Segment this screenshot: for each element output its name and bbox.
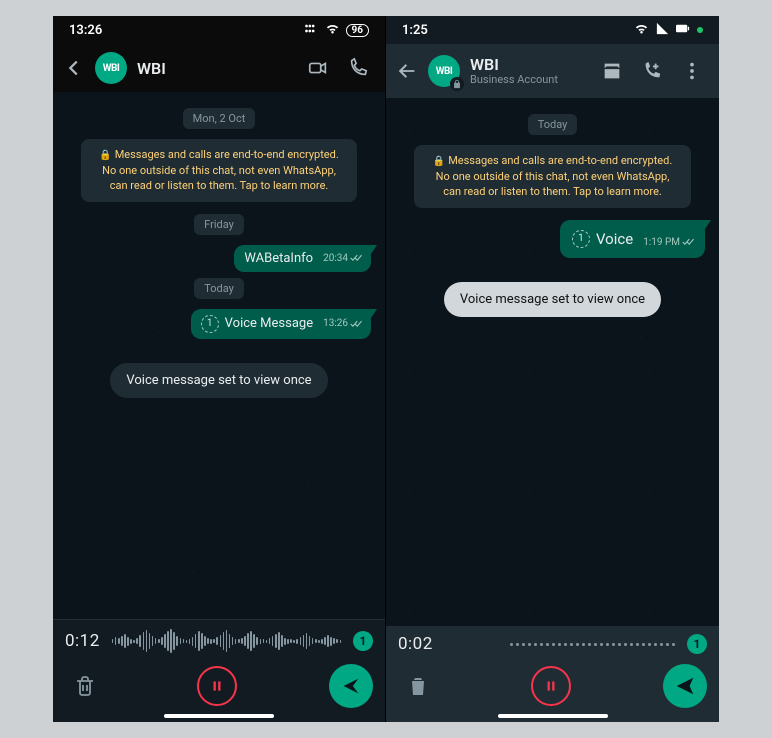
toast: Voice message set to view once [444, 282, 661, 317]
wifi-icon [325, 21, 340, 40]
message-bubble[interactable]: WABetaInfo 20:34 [234, 245, 371, 272]
voice-message-bubble[interactable]: 1 Voice 1:19 PM [560, 220, 705, 258]
view-once-icon: 1 [572, 230, 590, 248]
more-icon[interactable] [681, 60, 703, 82]
status-time: 13:26 [69, 23, 102, 38]
encryption-notice[interactable]: 🔒Messages and calls are end-to-end encry… [414, 145, 691, 208]
status-indicators [634, 21, 703, 40]
voice-record-bar: 0:02 1 [386, 626, 719, 722]
pause-button[interactable] [531, 666, 571, 706]
phone-left: 13:26 96 WBI WBI Mon, 2 Oct 🔒Messages an… [53, 16, 385, 722]
message-time: 1:19 PM [643, 237, 680, 248]
battery-indicator: 96 [346, 24, 369, 37]
delivered-icon [350, 319, 363, 329]
home-indicator [498, 714, 608, 718]
phone-right: 1:25 WBI WBI Business Account Today 🔒Mes… [385, 16, 719, 722]
date-chip: Mon, 2 Oct [183, 108, 256, 129]
chat-title[interactable]: WBI [137, 59, 166, 78]
send-button[interactable] [329, 664, 373, 708]
message-text: WABetaInfo [244, 251, 313, 266]
signal-icon [655, 21, 670, 40]
catalog-icon[interactable] [601, 60, 623, 82]
home-indicator [164, 714, 274, 718]
status-dot-icon [697, 27, 703, 33]
encryption-notice[interactable]: 🔒Messages and calls are end-to-end encry… [81, 139, 357, 202]
status-bar: 1:25 [386, 16, 719, 44]
delivered-icon [350, 253, 363, 263]
send-button[interactable] [663, 664, 707, 708]
message-time: 13:26 [323, 318, 348, 329]
chat-area[interactable]: Today 🔒Messages and calls are end-to-end… [386, 98, 719, 626]
status-time: 1:25 [402, 23, 428, 38]
date-chip: Today [528, 114, 578, 135]
status-bar: 13:26 96 [53, 16, 385, 44]
delete-button[interactable] [398, 666, 438, 706]
lock-icon: 🔒 [99, 150, 111, 161]
business-badge-icon [450, 77, 464, 91]
message-time: 20:34 [323, 253, 348, 264]
video-call-icon[interactable] [307, 57, 329, 79]
message-text: Voice [596, 230, 633, 248]
date-chip: Today [194, 278, 244, 299]
toast: Voice message set to view once [110, 363, 327, 398]
add-call-icon[interactable] [641, 60, 663, 82]
lock-icon: 🔒 [433, 156, 445, 167]
back-icon[interactable] [63, 57, 85, 79]
status-indicators: 96 [304, 21, 369, 40]
message-text: Voice Message [225, 316, 313, 331]
delivered-icon [682, 237, 695, 247]
pause-button[interactable] [197, 666, 237, 706]
phone-call-icon[interactable] [347, 57, 369, 79]
chat-subtitle: Business Account [470, 74, 558, 86]
unread-badge: 1 [687, 634, 707, 654]
battery-icon [676, 21, 691, 40]
dots-icon [304, 21, 319, 40]
chat-area[interactable]: Mon, 2 Oct 🔒Messages and calls are end-t… [53, 92, 385, 619]
back-icon[interactable] [396, 60, 418, 82]
waveform[interactable] [112, 628, 341, 654]
avatar[interactable]: WBI [95, 52, 127, 84]
record-time: 0:02 [398, 634, 433, 654]
voice-message-bubble[interactable]: 1 Voice Message 13:26 [191, 309, 371, 339]
view-once-icon: 1 [201, 315, 219, 333]
chat-header[interactable]: WBI WBI Business Account [386, 44, 719, 98]
chat-title[interactable]: WBI [470, 56, 558, 74]
chat-header[interactable]: WBI WBI [53, 44, 385, 92]
record-time: 0:12 [65, 631, 100, 651]
voice-record-bar: 0:12 1 [53, 619, 385, 722]
date-chip: Friday [194, 214, 244, 235]
unread-badge: 1 [353, 631, 373, 651]
waveform[interactable] [445, 643, 675, 646]
wifi-icon [634, 21, 649, 40]
delete-button[interactable] [65, 666, 105, 706]
